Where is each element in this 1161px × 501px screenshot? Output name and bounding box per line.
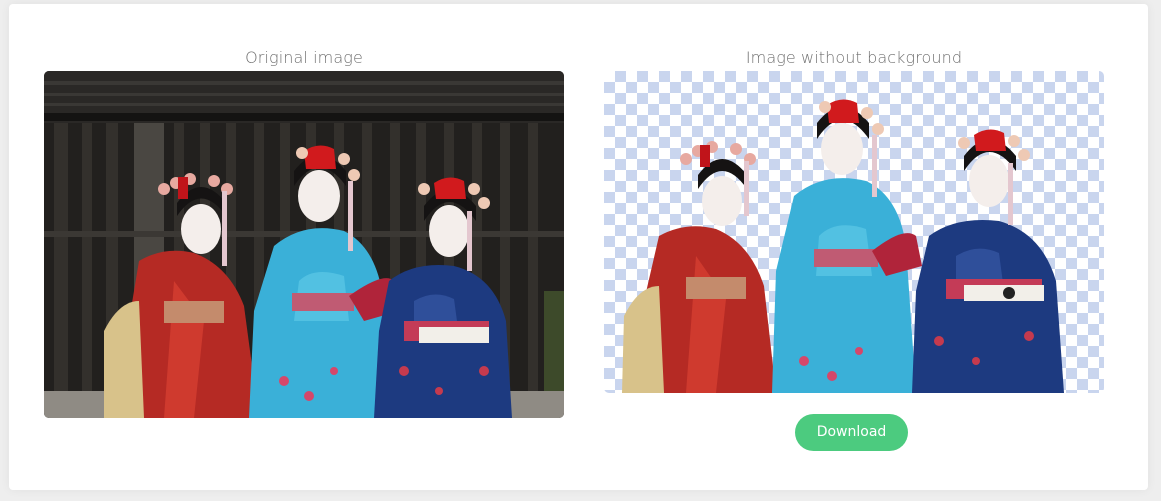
original-image-title: Original image bbox=[245, 48, 363, 67]
download-button[interactable]: Download bbox=[795, 414, 908, 451]
result-card: Original image Image without background bbox=[9, 4, 1148, 490]
original-photo bbox=[44, 71, 564, 418]
original-image bbox=[44, 71, 564, 418]
nobg-image-title: Image without background bbox=[745, 48, 963, 67]
nobg-photo bbox=[622, 99, 1064, 393]
nobg-image bbox=[604, 71, 1104, 393]
